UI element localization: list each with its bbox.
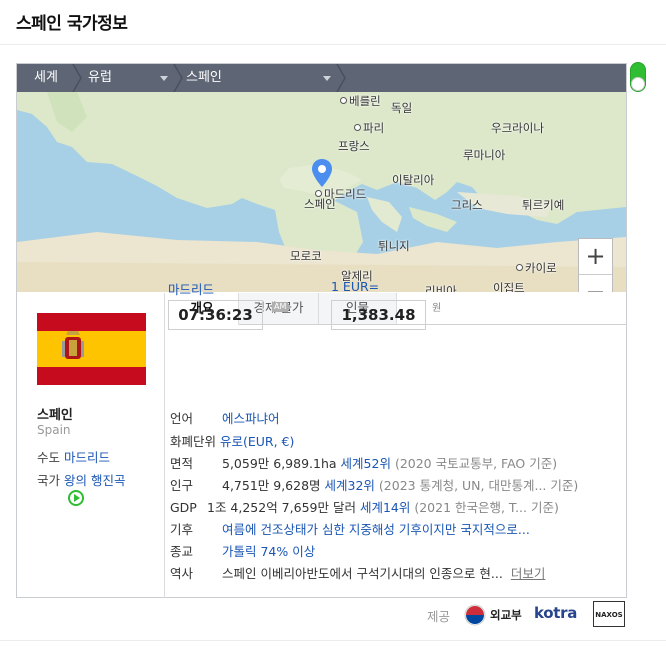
fact-history: 역사 스페인 이베리아반도에서 구석기시대의 인종으로 현... 더보기 [170,563,545,583]
gdp-value: 1조 4,252억 7,659만 달러 [207,500,356,515]
map-label-morocco: 모로코 [290,249,322,263]
religion-link[interactable]: 가톨릭 74% 이상 [222,544,315,559]
kotra-logo[interactable]: kotra [534,604,577,622]
history-value: 스페인 이베리아반도에서 구석기시대의 인종으로 현... [222,566,503,581]
mofa-label: 외교부 [490,608,522,622]
toggle-knob [631,77,645,91]
country-name: 스페인 [37,408,73,423]
exchange-label: 1 EUR= [331,279,380,294]
clock-city: 마드리드 [168,282,215,297]
page-title: 스페인 국가정보 [16,14,128,34]
map-label-greece: 그리스 [451,198,483,212]
fact-label: 인구 [170,478,194,493]
fact-label: 종교 [170,544,194,559]
chevron-down-icon[interactable] [160,76,168,81]
play-icon[interactable] [68,490,84,506]
chevron-down-icon[interactable] [323,76,331,81]
breadcrumb-region[interactable]: 유럽 [88,64,112,92]
fact-population: 인구 4,751만 9,628명 세계32위 (2023 통계청, UN, 대만통… [170,475,578,495]
breadcrumb: 세계 유럽 스페인 [17,64,626,92]
provider-label: 제공 [427,609,451,624]
naxos-label: NAXOS [595,611,623,619]
header-divider [0,44,666,45]
more-link[interactable]: 더보기 [511,566,546,581]
fact-label: 기후 [170,522,194,537]
anthem-link[interactable]: 왕의 행진곡 [64,473,125,488]
display-toggle[interactable] [630,62,646,92]
population-rank[interactable]: 세계32위 [325,478,375,493]
map-pin-icon[interactable] [311,158,333,188]
map-label-paris: 파리 [354,120,384,136]
fact-label: 역사 [170,566,194,581]
mofa-emblem-icon [464,604,486,626]
map-label-romania: 루마니아 [463,148,506,162]
gdp-source: (2021 한국은행, T... 기준) [414,500,559,515]
gdp-rank[interactable]: 세계14위 [360,500,410,515]
mofa-logo[interactable]: 외교부 [464,603,524,627]
anthem-label: 국가 [37,473,61,488]
zoom-control: + − [578,238,613,292]
map-label-france: 프랑스 [338,139,370,153]
zoom-in-button[interactable]: + [579,239,612,274]
anthem-row: 국가 왕의 행진곡 [37,470,125,489]
population-source: (2023 통계청, UN, 대만통계... 기준) [378,478,579,493]
fact-area: 면적 5,059만 6,989.1ha 세계52위 (2020 국토교통부, FA… [170,453,557,473]
country-name-en: Spain [37,423,71,437]
map-label-cairo: 카이로 [516,260,557,276]
footer-divider [0,640,666,641]
map-label-germany: 독일 [391,101,413,115]
map-label-tunisia: 튀니지 [378,239,410,253]
breadcrumb-separator-icon [173,64,183,92]
zoom-out-button[interactable]: − [579,275,612,292]
country-summary: 스페인 Spain 수도 마드리드 국가 왕의 행진곡 [17,293,165,598]
fact-language: 언어 에스파냐어 [170,408,280,428]
ampm-badge: AM [272,302,289,312]
fact-label: 면적 [170,456,194,471]
area-value: 5,059만 6,989.1ha [222,456,337,471]
capital-label: 수도 [37,450,61,465]
map-label-turkey: 튀르키예 [522,198,565,212]
fact-label: 언어 [170,411,194,426]
fact-currency: 화폐단위 유로(EUR, €) [170,431,294,451]
map-label-libya: 리비아 [425,284,457,292]
fact-climate: 기후 여름에 건조상태가 심한 지중해성 기후이지만 국지적으로... [170,519,530,539]
area-rank[interactable]: 세계52위 [341,456,391,471]
climate-link[interactable]: 여름에 건조상태가 심한 지중해성 기후이지만 국지적으로... [222,522,530,537]
exchange-unit: 원 [432,303,442,314]
spain-flag-icon [37,313,146,385]
map-label-egypt: 이집트 [493,281,525,292]
population-value: 4,751만 9,628명 [222,478,321,493]
fact-label: GDP [170,500,197,515]
fact-label: 화폐단위 [170,434,217,449]
breadcrumb-separator-icon [72,64,82,92]
language-link[interactable]: 에스파냐어 [222,411,280,426]
local-time: 07:36:23 [168,300,263,330]
breadcrumb-world[interactable]: 세계 [34,64,58,92]
naxos-logo[interactable]: NAXOS [593,601,625,627]
fact-gdp: GDP 1조 4,252억 7,659만 달러 세계14위 (2021 한국은행,… [170,497,559,517]
breadcrumb-separator-icon [336,64,346,92]
map-label-spain: 스페인 [304,197,336,211]
capital-link[interactable]: 마드리드 [64,450,110,465]
exchange-rate: 1,383.48 [331,300,426,330]
area-source: (2020 국토교통부, FAO 기준) [394,456,558,471]
currency-link[interactable]: 유로(EUR, €) [220,434,294,449]
breadcrumb-country[interactable]: 스페인 [186,64,222,92]
capital-row: 수도 마드리드 [37,447,110,466]
fact-religion: 종교 가톨릭 74% 이상 [170,541,315,561]
country-info-card: 세계 유럽 스페인 베를린 독일 파리 우크라이나 프랑스 루마니아 이탈리아 … [16,63,627,598]
country-map[interactable]: 베를린 독일 파리 우크라이나 프랑스 루마니아 이탈리아 마드리드 스페인 그… [17,92,626,292]
map-label-berlin: 베를린 [340,93,381,109]
map-label-italy: 이탈리아 [392,173,435,187]
map-label-ukraine: 우크라이나 [491,121,544,135]
